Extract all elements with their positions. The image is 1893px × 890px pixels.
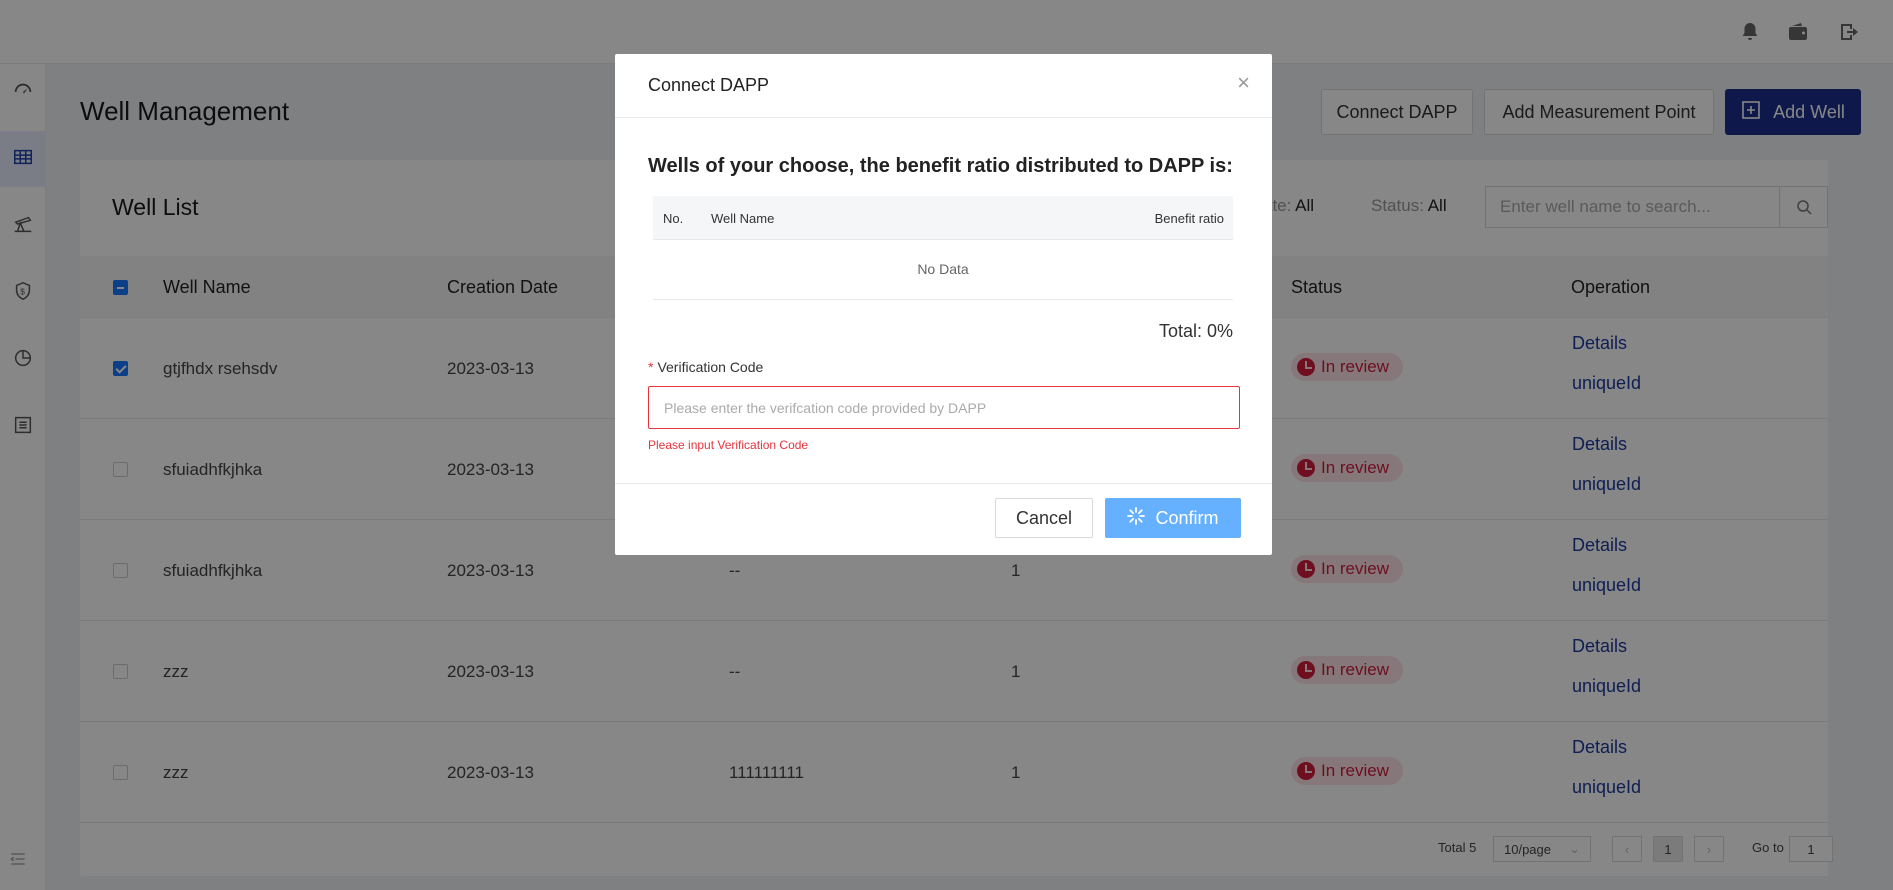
modal-subtitle: Wells of your choose, the benefit ratio …	[648, 155, 1233, 177]
modal-header: Connect DAPP ×	[615, 54, 1272, 118]
col-benefit-ratio: Benefit ratio	[1154, 211, 1224, 226]
close-icon[interactable]: ×	[1237, 72, 1250, 94]
connect-dapp-modal: Connect DAPP × Wells of your choose, the…	[615, 54, 1272, 555]
benefit-total: Total: 0%	[1158, 321, 1233, 341]
benefit-ratio-table: No. Well Name Benefit ratio No Data	[653, 196, 1233, 300]
col-no: No.	[663, 211, 684, 226]
verification-label-text: Verification Code	[657, 359, 764, 375]
empty-state: No Data	[653, 240, 1233, 300]
loading-spinner-icon	[1127, 506, 1146, 530]
modal-footer-divider	[615, 483, 1272, 484]
verification-code-input[interactable]	[648, 386, 1240, 429]
confirm-label: Confirm	[1155, 507, 1219, 528]
confirm-button[interactable]: Confirm	[1105, 498, 1241, 538]
modal-title: Connect DAPP	[648, 75, 770, 95]
empty-text: No Data	[917, 261, 969, 277]
col-well-name: Well Name	[711, 211, 775, 226]
required-mark: *	[648, 359, 654, 375]
verification-error: Please input Verification Code	[648, 438, 809, 452]
benefit-table-header: No. Well Name Benefit ratio	[653, 196, 1233, 240]
verification-label: * Verification Code	[648, 359, 763, 375]
cancel-button[interactable]: Cancel	[995, 498, 1093, 538]
